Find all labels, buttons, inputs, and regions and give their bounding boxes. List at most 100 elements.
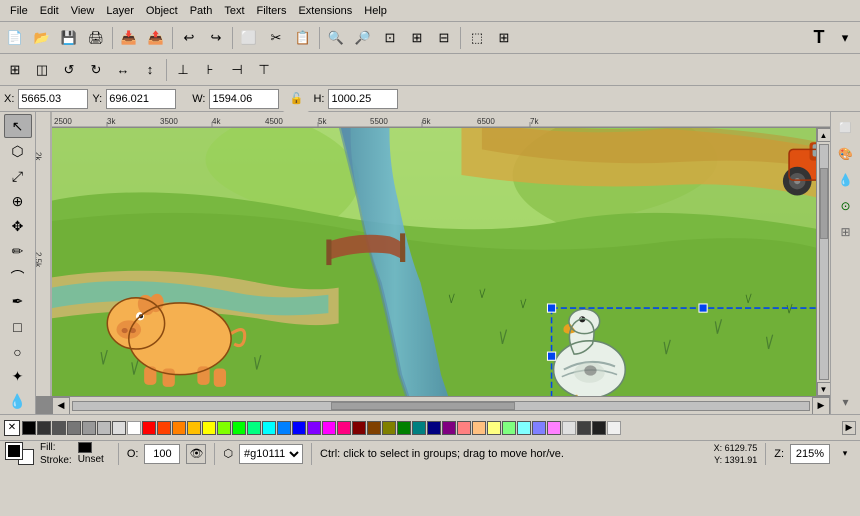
swatch-magenta[interactable] bbox=[322, 421, 336, 435]
tb-export[interactable]: 📤 bbox=[143, 25, 169, 51]
swatch-5[interactable] bbox=[97, 421, 111, 435]
tool-ellipse[interactable]: ○ bbox=[4, 340, 32, 364]
swatch-peach[interactable] bbox=[472, 421, 486, 435]
swatch-lime[interactable] bbox=[217, 421, 231, 435]
tool-zoom[interactable]: ⊕ bbox=[4, 189, 32, 213]
tb-save[interactable]: 💾 bbox=[56, 25, 82, 51]
tb-zoom-in[interactable]: 🔍 bbox=[323, 25, 349, 51]
zoom-input[interactable] bbox=[790, 444, 830, 464]
tb-dist-bottom[interactable]: ⊤ bbox=[251, 57, 277, 83]
rt-xml[interactable]: ⬜ bbox=[834, 116, 858, 140]
tool-calligraphy[interactable]: ✒ bbox=[4, 290, 32, 314]
tb-snap[interactable]: ⊞ bbox=[491, 25, 517, 51]
tb-open[interactable]: 📂 bbox=[29, 25, 55, 51]
swatch-teal[interactable] bbox=[412, 421, 426, 435]
layer-select[interactable]: #g10111 bbox=[239, 444, 303, 464]
rt-dropper[interactable]: 💧 bbox=[834, 168, 858, 192]
tb-align-top[interactable]: ◫ bbox=[29, 57, 55, 83]
tb-redo[interactable]: ↪ bbox=[203, 25, 229, 51]
tb-print[interactable]: 🖨 bbox=[83, 25, 109, 51]
opacity-input[interactable] bbox=[144, 444, 180, 464]
rt-more[interactable]: ▾ bbox=[834, 390, 858, 414]
swatch-near-white[interactable] bbox=[607, 421, 621, 435]
scroll-up-btn[interactable]: ▲ bbox=[817, 128, 831, 142]
swatch-yellow[interactable] bbox=[202, 421, 216, 435]
tb-text-tool[interactable]: T bbox=[806, 25, 832, 51]
swatch-navy[interactable] bbox=[427, 421, 441, 435]
w-input[interactable] bbox=[209, 89, 279, 109]
tool-measure[interactable]: ✥ bbox=[4, 214, 32, 238]
tool-dropper[interactable]: 💧 bbox=[4, 390, 32, 414]
rt-fill-stroke[interactable]: 🎨 bbox=[834, 142, 858, 166]
menu-edit[interactable]: Edit bbox=[34, 3, 65, 19]
fg-bg-indicator[interactable] bbox=[6, 443, 34, 465]
swatch-violet[interactable] bbox=[307, 421, 321, 435]
scroll-down-btn[interactable]: ▼ bbox=[817, 382, 831, 396]
scrollbar-horizontal[interactable]: ◀ ▶ bbox=[52, 396, 830, 414]
rt-align[interactable]: ⊞ bbox=[834, 220, 858, 244]
swatch-blue[interactable] bbox=[292, 421, 306, 435]
tb-rotate-ccw[interactable]: ↺ bbox=[56, 57, 82, 83]
tb-import[interactable]: 📥 bbox=[116, 25, 142, 51]
menu-layer[interactable]: Layer bbox=[100, 3, 140, 19]
scrollbar-vertical[interactable]: ▲ ▼ bbox=[816, 128, 830, 396]
tool-node[interactable]: ⬡ bbox=[4, 139, 32, 163]
swatch-yellow-orange[interactable] bbox=[187, 421, 201, 435]
swatch-7[interactable] bbox=[127, 421, 141, 435]
swatch-pale-blue[interactable] bbox=[532, 421, 546, 435]
tb-more[interactable]: ▾ bbox=[832, 25, 858, 51]
canvas-inner[interactable] bbox=[52, 128, 830, 396]
tb-transform[interactable]: ⬚ bbox=[464, 25, 490, 51]
swatch-pale-yellow[interactable] bbox=[487, 421, 501, 435]
swatch-3[interactable] bbox=[67, 421, 81, 435]
menu-extensions[interactable]: Extensions bbox=[292, 3, 358, 19]
tb-zoom-fit[interactable]: ⊡ bbox=[377, 25, 403, 51]
swatch-1[interactable] bbox=[37, 421, 51, 435]
h-input[interactable] bbox=[328, 89, 398, 109]
tb-cut[interactable]: ✂ bbox=[263, 25, 289, 51]
remove-color-btn[interactable]: ✕ bbox=[4, 420, 20, 436]
swatch-near-black[interactable] bbox=[592, 421, 606, 435]
menu-file[interactable]: File bbox=[4, 3, 34, 19]
swatch-orange-red[interactable] bbox=[157, 421, 171, 435]
swatch-4[interactable] bbox=[82, 421, 96, 435]
opacity-eyedropper[interactable]: 👁 bbox=[186, 444, 206, 464]
tb-paste[interactable]: 📋 bbox=[290, 25, 316, 51]
tb-zoom-page[interactable]: ⊞ bbox=[404, 25, 430, 51]
swatch-dark-green[interactable] bbox=[397, 421, 411, 435]
menu-help[interactable]: Help bbox=[358, 3, 393, 19]
tool-rectangle[interactable]: □ bbox=[4, 315, 32, 339]
rt-filter[interactable]: ⊙ bbox=[834, 194, 858, 218]
swatch-spring[interactable] bbox=[247, 421, 261, 435]
swatch-pale-cyan[interactable] bbox=[517, 421, 531, 435]
swatch-6[interactable] bbox=[112, 421, 126, 435]
menu-view[interactable]: View bbox=[65, 3, 101, 19]
menu-text[interactable]: Text bbox=[218, 3, 250, 19]
fill-swatch[interactable] bbox=[78, 442, 92, 453]
tb-flip-v[interactable]: ↕ bbox=[137, 57, 163, 83]
swatch-0[interactable] bbox=[22, 421, 36, 435]
swatch-light-gray[interactable] bbox=[562, 421, 576, 435]
swatch-pale-magenta[interactable] bbox=[547, 421, 561, 435]
swatch-red[interactable] bbox=[142, 421, 156, 435]
swatch-green[interactable] bbox=[232, 421, 246, 435]
scroll-left-btn[interactable]: ◀ bbox=[52, 397, 70, 415]
swatch-2[interactable] bbox=[52, 421, 66, 435]
tb-copy[interactable]: ⬜ bbox=[236, 25, 262, 51]
scroll-h-track[interactable] bbox=[72, 401, 810, 411]
swatch-pale-green[interactable] bbox=[502, 421, 516, 435]
tb-flip-h[interactable]: ↔ bbox=[110, 57, 136, 83]
palette-scroll-right[interactable]: ▶ bbox=[842, 421, 856, 435]
zoom-dropdown-btn[interactable]: ▾ bbox=[836, 445, 854, 463]
menu-filters[interactable]: Filters bbox=[251, 3, 293, 19]
tb-dist-center[interactable]: ⊣ bbox=[224, 57, 250, 83]
tb-rotate-cw[interactable]: ↻ bbox=[83, 57, 109, 83]
tb-dist-left[interactable]: ⊥ bbox=[170, 57, 196, 83]
swatch-cyan[interactable] bbox=[262, 421, 276, 435]
swatch-dark-red[interactable] bbox=[352, 421, 366, 435]
scroll-h-thumb[interactable] bbox=[331, 402, 515, 410]
swatch-olive[interactable] bbox=[382, 421, 396, 435]
tool-bezier[interactable]: ⌒ bbox=[4, 264, 32, 288]
swatch-azure[interactable] bbox=[277, 421, 291, 435]
lock-aspect-btn[interactable]: 🔓 bbox=[283, 86, 309, 112]
